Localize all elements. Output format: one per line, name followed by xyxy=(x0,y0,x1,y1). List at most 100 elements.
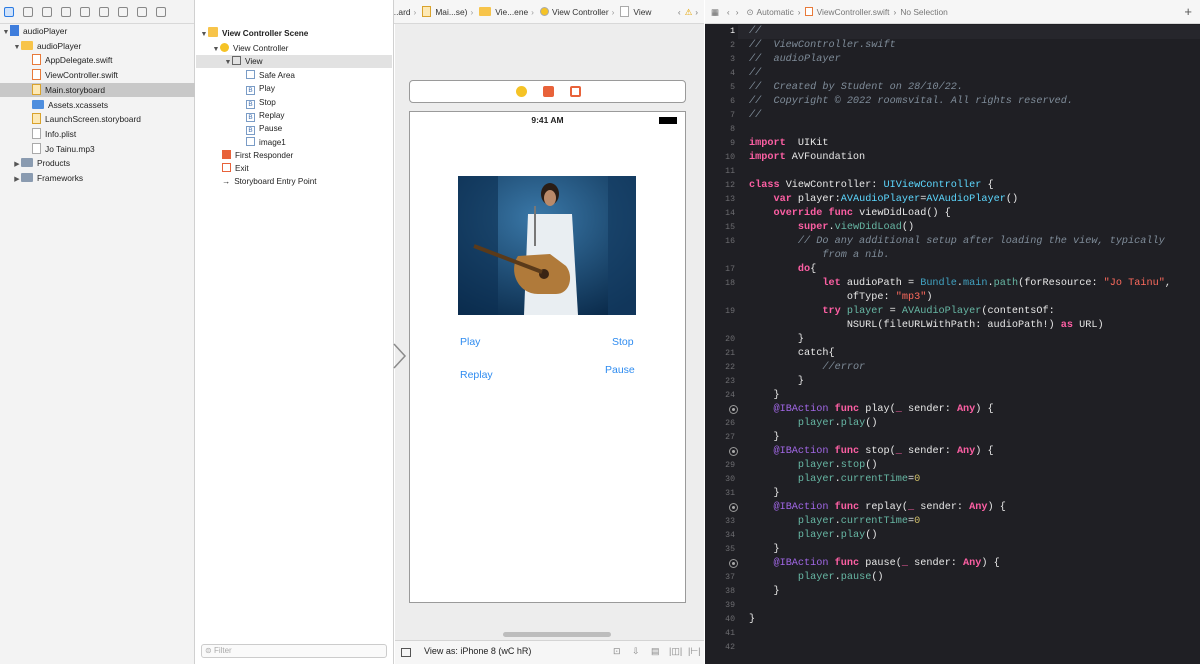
code-line[interactable]: @IBAction func replay(_ sender: Any) { xyxy=(749,501,1005,515)
search-tab-icon[interactable] xyxy=(61,6,71,17)
add-editor-icon[interactable]: + xyxy=(1184,4,1192,19)
breakpoint-tab-icon[interactable] xyxy=(137,6,147,17)
code-line[interactable]: // xyxy=(749,25,761,39)
outline-child-item[interactable]: B Stop xyxy=(246,96,276,109)
replay-button[interactable]: Replay xyxy=(460,369,493,381)
breadcrumb-item[interactable]: View Controller › xyxy=(539,6,617,17)
file-tree-item[interactable]: LaunchScreen.storyboard xyxy=(0,112,195,126)
code-line[interactable]: // ViewController.swift xyxy=(749,39,896,53)
iphone-view[interactable]: 9:41 AM Play Stop Pause Replay xyxy=(409,111,686,603)
outline-child-item[interactable]: B Pause xyxy=(246,122,282,136)
code-line[interactable]: let audioPath = Bundle.main.path(forReso… xyxy=(749,277,1171,291)
view-as-label[interactable]: View as: iPhone 8 (wC hR) xyxy=(424,646,531,656)
code-line[interactable]: // audioPlayer xyxy=(749,53,841,67)
file-tree-item[interactable]: AppDelegate.swift xyxy=(0,53,195,67)
play-button[interactable]: Play xyxy=(460,336,480,348)
outline-child-item[interactable]: B Play xyxy=(246,82,275,96)
file-tree-item[interactable]: ViewController.swift xyxy=(0,68,195,82)
outline-child-item[interactable]: Safe Area xyxy=(246,69,295,82)
prev-issue-icon[interactable]: ‹ xyxy=(678,7,681,17)
back-icon[interactable]: ‹ xyxy=(727,7,730,17)
code-editor[interactable]: 1 2 3 4 5 6 7 8 9 10 11 12 13 14 15 16 17 18 19 20 21 22 23 24 2… xyxy=(705,24,1200,664)
breadcrumb-item[interactable]: Mai...se) › xyxy=(422,6,476,17)
code-line[interactable]: } xyxy=(749,333,804,347)
align-icon[interactable]: |◫| xyxy=(669,646,682,657)
code-line[interactable]: catch{ xyxy=(749,347,835,361)
code-line[interactable]: } xyxy=(749,613,755,627)
issue-tab-icon[interactable] xyxy=(80,6,90,17)
code-line[interactable]: } xyxy=(749,431,779,445)
scene-dock[interactable] xyxy=(409,80,686,103)
image1-view[interactable] xyxy=(458,176,636,315)
embed-icon[interactable]: ⇩ xyxy=(632,646,640,657)
symbol-tab-icon[interactable] xyxy=(42,6,52,17)
outline-exit[interactable]: Exit xyxy=(222,162,249,175)
selection-label[interactable]: No Selection xyxy=(900,7,948,17)
file-tree-item[interactable]: Info.plist xyxy=(0,127,195,141)
code-line[interactable]: } xyxy=(749,389,779,403)
code-line[interactable]: class ViewController: UIViewController { xyxy=(749,179,994,193)
code-line[interactable]: } xyxy=(749,375,804,389)
next-issue-icon[interactable]: › xyxy=(695,7,698,17)
disclosure-closed-icon[interactable]: ▶ xyxy=(13,173,21,187)
ibaction-connection-icon[interactable] xyxy=(729,559,738,568)
code-line[interactable]: super.viewDidLoad() xyxy=(749,221,914,235)
outline-view[interactable]: ▼ View xyxy=(196,55,392,68)
code-line[interactable]: } xyxy=(749,585,779,599)
report-tab-icon[interactable] xyxy=(156,6,166,17)
forward-icon[interactable]: › xyxy=(736,7,739,17)
outline-toggle-icon[interactable] xyxy=(401,648,411,657)
ibaction-connection-icon[interactable] xyxy=(729,405,738,414)
update-frames-icon[interactable]: ⊡ xyxy=(613,646,621,657)
outline-filter-field[interactable]: ⊜ Filter xyxy=(201,644,387,658)
canvas-scrollbar[interactable] xyxy=(503,632,611,637)
first-responder-dock-icon[interactable] xyxy=(543,86,554,97)
code-line[interactable]: // Do any additional setup after loading… xyxy=(749,235,1165,249)
file-tree-item[interactable]: ▼ audioPlayer xyxy=(0,39,195,53)
outline-entry-point[interactable]: → Storyboard Entry Point xyxy=(222,175,317,188)
outline-child-item[interactable]: image1 xyxy=(246,136,286,149)
debug-tab-icon[interactable] xyxy=(118,6,128,17)
code-line[interactable]: var player:AVAudioPlayer=AVAudioPlayer() xyxy=(749,193,1018,207)
breadcrumb-item[interactable]: Vie...ene › xyxy=(479,6,537,17)
file-tree-item[interactable]: ▶ Products xyxy=(0,156,195,170)
automatic-label[interactable]: Automatic xyxy=(757,7,794,17)
code-line[interactable]: from a nib. xyxy=(749,249,889,263)
code-line[interactable]: player.currentTime=0 xyxy=(749,515,920,529)
outline-child-item[interactable]: B Replay xyxy=(246,109,285,122)
code-line[interactable]: do{ xyxy=(749,263,816,277)
file-tree-item[interactable]: Jo Tainu.mp3 xyxy=(0,142,195,156)
code-line[interactable]: // Created by Student on 28/10/22. xyxy=(749,81,963,95)
outline-first-responder[interactable]: First Responder xyxy=(222,149,293,162)
view-controller-dock-icon[interactable] xyxy=(516,86,527,97)
code-line[interactable]: @IBAction func stop(_ sender: Any) { xyxy=(749,445,993,459)
code-line[interactable]: import UIKit xyxy=(749,137,828,151)
code-line[interactable]: } xyxy=(749,543,779,557)
code-line[interactable]: player.play() xyxy=(749,417,878,431)
code-line[interactable]: @IBAction func play(_ sender: Any) { xyxy=(749,403,993,417)
code-line[interactable]: } xyxy=(749,487,779,501)
code-line[interactable]: player.pause() xyxy=(749,571,884,585)
stop-button[interactable]: Stop xyxy=(612,336,634,348)
file-tree-item[interactable]: ▼ audioPlayer xyxy=(0,24,195,38)
code-line[interactable]: NSURL(fileURLWithPath: audioPath!) as UR… xyxy=(749,319,1104,333)
outline-view-controller[interactable]: ▼ View Controller xyxy=(212,42,288,55)
code-line[interactable]: //error xyxy=(749,361,865,375)
code-line[interactable]: ofType: "mp3") xyxy=(749,291,933,305)
code-line[interactable]: import AVFoundation xyxy=(749,151,865,165)
exit-dock-icon[interactable] xyxy=(570,86,581,97)
breadcrumb-item[interactable]: View xyxy=(620,6,651,17)
line-gutter[interactable]: 1 2 3 4 5 6 7 8 9 10 11 12 13 14 15 16 17 18 19 20 21 22 23 24 2… xyxy=(705,24,738,664)
outline-scene[interactable]: ▼ View Controller Scene xyxy=(200,27,308,40)
test-tab-icon[interactable] xyxy=(99,6,109,17)
ibaction-connection-icon[interactable] xyxy=(729,447,738,456)
ibaction-connection-icon[interactable] xyxy=(729,503,738,512)
pause-button[interactable]: Pause xyxy=(605,364,635,376)
pin-icon[interactable]: |⊢| xyxy=(688,646,701,657)
source-control-tab-icon[interactable] xyxy=(23,6,33,17)
code-line[interactable]: player.stop() xyxy=(749,459,878,473)
code-line[interactable]: // Copyright © 2022 roomsvital. All righ… xyxy=(749,95,1073,109)
code-line[interactable]: player.play() xyxy=(749,529,878,543)
warning-icon[interactable]: ⚠ xyxy=(685,7,693,17)
code-line[interactable]: override func viewDidLoad() { xyxy=(749,207,950,221)
